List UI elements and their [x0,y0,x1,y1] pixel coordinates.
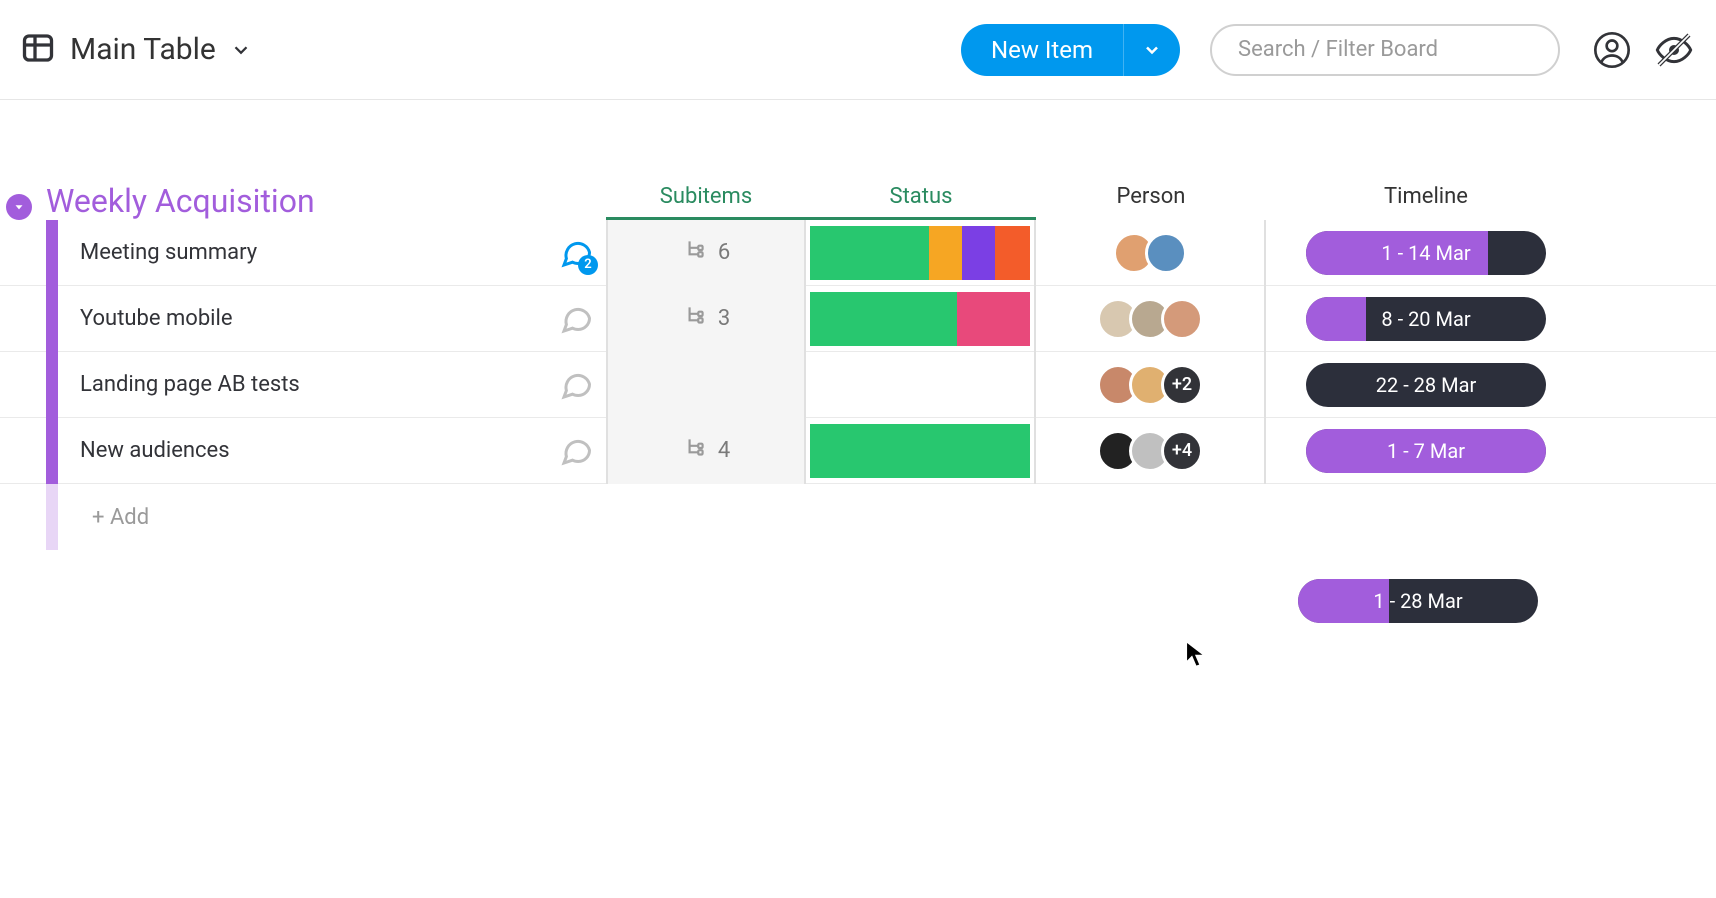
status-cell[interactable] [806,352,1036,418]
row-name-cell[interactable]: Landing page AB tests [58,365,606,405]
subitems-cell[interactable]: 4 [606,418,806,484]
row-name-text: Youtube mobile [80,306,556,331]
view-picker[interactable]: Main Table [20,30,252,70]
status-bar [810,292,1030,346]
add-row[interactable]: + Add [0,484,1716,550]
person-cell[interactable]: +2 [1036,352,1266,418]
timeline-cell[interactable]: 8 - 20 Mar [1286,286,1566,352]
row-accent [46,220,58,286]
avatar-more: +4 [1161,430,1203,472]
board: Weekly Acquisition Subitems Status Perso… [0,100,1716,634]
add-row-label: + Add [58,505,149,530]
chat-icon[interactable] [556,299,596,339]
table-row: Meeting summary 2 6 1 - 14 Mar [0,220,1716,286]
table-row: New audiences 4 +4 1 - 7 Mar [0,418,1716,484]
status-cell[interactable] [806,286,1036,352]
chat-icon[interactable]: 2 [556,233,596,273]
avatar [1161,298,1203,340]
subitems-icon [682,435,708,467]
search-input[interactable] [1238,37,1532,62]
group-collapse-toggle[interactable] [6,194,32,220]
row-name-text: Meeting summary [80,240,556,265]
avatar [1145,232,1187,274]
column-header-timeline[interactable]: Timeline [1286,184,1566,220]
person-cell[interactable] [1036,286,1266,352]
subitems-cell[interactable]: 3 [606,286,806,352]
timeline-label: 1 - 7 Mar [1387,439,1465,463]
subitems-count: 6 [718,240,730,265]
topbar: Main Table New Item [0,0,1716,100]
timeline-label: 22 - 28 Mar [1376,373,1477,397]
row-name-cell[interactable]: Youtube mobile [58,299,606,339]
summary-row: 1 - 28 Mar [0,568,1716,634]
timeline-cell[interactable]: 1 - 14 Mar [1286,220,1566,286]
table-row: Youtube mobile 3 8 - 20 Mar [0,286,1716,352]
table-icon [20,30,56,70]
table-row: Landing page AB tests +2 22 - 28 Mar [0,352,1716,418]
chat-icon[interactable] [556,365,596,405]
new-item-label: New Item [961,36,1123,64]
search-input-wrap[interactable] [1210,24,1560,76]
timeline-summary-cell[interactable]: 1 - 28 Mar [1268,579,1568,623]
row-name-cell[interactable]: New audiences [58,431,606,471]
subitems-count: 3 [718,306,730,331]
new-item-dropdown[interactable] [1124,40,1180,60]
column-header-person[interactable]: Person [1036,184,1266,220]
subitems-cell[interactable] [606,352,806,418]
group-title[interactable]: Weekly Acquisition [46,182,606,220]
subitems-cell[interactable]: 6 [606,220,806,286]
view-name: Main Table [70,32,216,67]
subitems-icon [682,237,708,269]
new-item-button[interactable]: New Item [961,24,1180,76]
user-icon[interactable] [1590,28,1634,72]
row-name-text: Landing page AB tests [80,372,556,397]
timeline-label: 1 - 14 Mar [1381,241,1470,265]
timeline-label: 8 - 20 Mar [1381,307,1470,331]
chat-badge: 2 [578,255,598,275]
status-cell[interactable] [806,220,1036,286]
column-header-status[interactable]: Status [806,184,1036,220]
subitems-count: 4 [718,438,730,463]
avatar-more: +2 [1161,364,1203,406]
subitems-icon [682,303,708,335]
timeline-summary-label: 1 - 28 Mar [1373,589,1462,613]
row-name-cell[interactable]: Meeting summary 2 [58,233,606,273]
timeline-cell[interactable]: 22 - 28 Mar [1286,352,1566,418]
row-accent [46,352,58,418]
group-header-row: Weekly Acquisition Subitems Status Perso… [0,160,1716,220]
chevron-down-icon [230,39,252,61]
row-accent [46,286,58,352]
chat-icon[interactable] [556,431,596,471]
timeline-cell[interactable]: 1 - 7 Mar [1286,418,1566,484]
eye-off-icon[interactable] [1652,28,1696,72]
row-accent [46,484,58,550]
status-bar [810,424,1030,478]
status-bar [810,226,1030,280]
row-name-text: New audiences [80,438,556,463]
person-cell[interactable] [1036,220,1266,286]
cursor-icon [1185,640,1207,672]
column-header-subitems[interactable]: Subitems [606,184,806,220]
person-cell[interactable]: +4 [1036,418,1266,484]
row-accent [46,418,58,484]
status-cell[interactable] [806,418,1036,484]
